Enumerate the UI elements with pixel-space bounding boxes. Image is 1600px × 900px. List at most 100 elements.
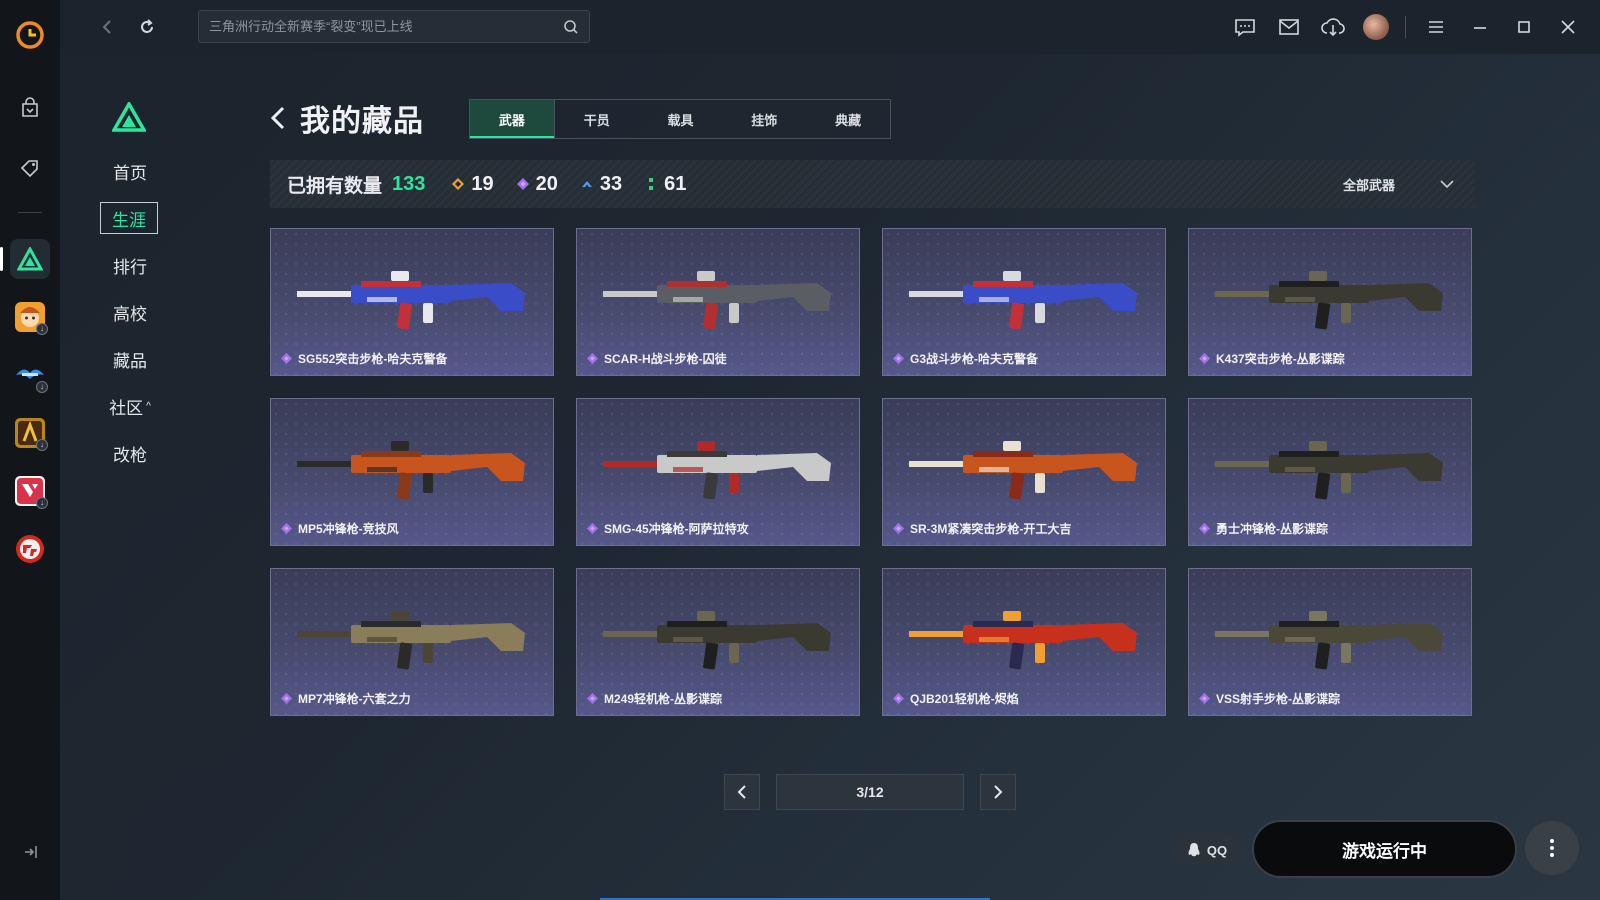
delta-force-icon[interactable] <box>0 239 50 279</box>
rarity-count: 61 <box>644 173 686 196</box>
prev-page-button[interactable] <box>724 774 760 810</box>
purple-diamond-icon <box>281 353 292 364</box>
tab-weapons[interactable]: 武器 <box>470 100 555 138</box>
weapon-card[interactable]: K437突击步枪-丛影谍踪 <box>1188 228 1472 376</box>
owned-label: 已拥有数量 <box>287 175 383 197</box>
sidebar-item-college[interactable]: 高校 <box>100 296 160 328</box>
purple-diamond-icon <box>281 523 292 534</box>
minimize-icon[interactable] <box>1466 13 1494 41</box>
maximize-icon[interactable] <box>1510 13 1538 41</box>
tab-operators[interactable]: 干员 <box>555 100 639 138</box>
green-dots-icon <box>644 177 658 191</box>
weapon-name-label: QJB201轻机枪-烬焰 <box>910 692 1019 706</box>
weapon-name: VSS射手步枪-丛影谍踪 <box>1199 690 1340 707</box>
weapon-image <box>297 611 525 670</box>
sidebar-item-gun-mod[interactable]: 改枪 <box>100 437 160 469</box>
next-page-button[interactable] <box>980 774 1016 810</box>
game-warrior-icon[interactable]: ↓ <box>10 413 50 453</box>
sidebar-item-community[interactable]: 社区 ^ <box>100 390 160 422</box>
shop-bag-icon[interactable] <box>10 88 50 128</box>
weapon-image <box>1215 441 1443 500</box>
back-icon[interactable] <box>92 12 122 42</box>
weapon-image <box>603 271 831 330</box>
search-box <box>198 10 590 43</box>
weapon-image <box>909 611 1137 670</box>
rarity-count-value: 33 <box>599 172 623 195</box>
orange-diamond-icon <box>451 177 465 191</box>
weapon-card[interactable]: M249轻机枪-丛影谍踪 <box>576 568 860 716</box>
weapon-name: SR-3M紧凑突击步枪-开工大吉 <box>893 520 1071 537</box>
menu-icon[interactable] <box>1422 13 1450 41</box>
weapon-filter-dropdown[interactable]: 全部武器 <box>1343 160 1455 208</box>
weapon-name-label: MP7冲锋枪-六套之力 <box>298 692 411 706</box>
purple-diamond-icon <box>893 523 904 534</box>
weapon-name: K437突击步枪-丛影谍踪 <box>1199 350 1345 367</box>
weapon-name-label: SCAR-H战斗步枪-囚徒 <box>604 352 727 366</box>
download-badge-icon: ↓ <box>36 381 48 393</box>
sidebar-item-collection[interactable]: 藏品 <box>100 343 160 375</box>
weapon-card[interactable]: G3战斗步枪-哈夫克警备 <box>882 228 1166 376</box>
weapon-image <box>297 441 525 500</box>
user-avatar[interactable] <box>1363 14 1389 40</box>
tab-collector[interactable]: 典藏 <box>806 100 890 138</box>
app-logo-icon[interactable] <box>15 20 45 50</box>
category-tabs: 武器 干员 载具 挂饰 典藏 <box>469 99 891 139</box>
sidebar-item-ranking[interactable]: 排行 <box>100 249 160 281</box>
tab-charms[interactable]: 挂饰 <box>722 100 806 138</box>
game-avatar-icon[interactable]: ↓ <box>10 297 50 337</box>
rarity-count: 19 <box>451 173 494 196</box>
purple-diamond-icon <box>281 693 292 704</box>
search-input[interactable] <box>209 19 563 34</box>
game-wing-icon[interactable]: ↓ <box>10 355 50 395</box>
sidebar-item-home[interactable]: 首页 <box>100 155 160 187</box>
weapon-image <box>909 271 1137 330</box>
weapon-card[interactable]: 勇士冲锋枪-丛影谍踪 <box>1188 398 1472 546</box>
weapon-card[interactable]: SR-3M紧凑突击步枪-开工大吉 <box>882 398 1166 546</box>
sidebar-item-label: 社区 <box>109 398 144 418</box>
weapon-card[interactable]: QJB201轻机枪-烬焰 <box>882 568 1166 716</box>
game-valorant-icon[interactable]: ↓ <box>10 471 50 511</box>
purple-diamond-icon <box>1199 693 1210 704</box>
owned-total: 133 <box>392 172 426 195</box>
weapon-card[interactable]: MP7冲锋枪-六套之力 <box>270 568 554 716</box>
purple-diamond-icon <box>587 353 598 364</box>
weapon-card[interactable]: SG552突击步枪-哈夫克警备 <box>270 228 554 376</box>
mail-icon[interactable] <box>1275 13 1303 41</box>
close-icon[interactable] <box>1554 13 1582 41</box>
blue-chevron-icon <box>580 177 594 191</box>
page-header: 我的藏品 <box>270 98 424 138</box>
collapse-sidebar-icon[interactable] <box>20 842 40 862</box>
weapon-name-label: SMG-45冲锋枪-阿萨拉特攻 <box>604 522 749 536</box>
purple-diamond-icon <box>587 523 598 534</box>
weapon-name-label: SR-3M紧凑突击步枪-开工大吉 <box>910 522 1072 536</box>
more-options-icon[interactable] <box>1525 821 1579 875</box>
top-bar <box>60 0 1600 54</box>
weapon-card[interactable]: SMG-45冲锋枪-阿萨拉特攻 <box>576 398 860 546</box>
sidebar-item-label: 藏品 <box>113 351 147 371</box>
purple-diamond-icon <box>893 693 904 704</box>
tag-icon[interactable] <box>10 148 50 188</box>
weapon-card[interactable]: VSS射手步枪-丛影谍踪 <box>1188 568 1472 716</box>
purple-diamond-icon <box>893 353 904 364</box>
qq-button[interactable]: QQ <box>1172 834 1242 866</box>
search-icon[interactable] <box>563 19 579 35</box>
purple-diamond-icon <box>1199 353 1210 364</box>
game-running-button[interactable]: 游戏运行中 <box>1252 820 1517 878</box>
message-icon[interactable] <box>1231 13 1259 41</box>
page-title: 我的藏品 <box>300 105 424 138</box>
refresh-icon[interactable] <box>132 12 162 42</box>
sidebar-item-career[interactable]: 生涯 <box>100 202 158 234</box>
rarity-count-value: 61 <box>664 172 687 195</box>
download-icon[interactable] <box>1319 13 1347 41</box>
weapon-card[interactable]: MP5冲锋枪-竞技风 <box>270 398 554 546</box>
rarity-count: 20 <box>516 173 558 196</box>
page-back-icon[interactable] <box>270 104 292 132</box>
weapon-card[interactable]: SCAR-H战斗步枪-囚徒 <box>576 228 860 376</box>
weapon-name-label: VSS射手步枪-丛影谍踪 <box>1216 692 1341 706</box>
crossfire-icon[interactable] <box>10 529 50 569</box>
delta-force-logo-icon <box>110 100 148 132</box>
filter-label: 全部武器 <box>1342 177 1395 193</box>
weapon-name-label: K437突击步枪-丛影谍踪 <box>1216 352 1345 366</box>
qq-label: QQ <box>1206 842 1228 858</box>
tab-vehicles[interactable]: 载具 <box>639 100 723 138</box>
